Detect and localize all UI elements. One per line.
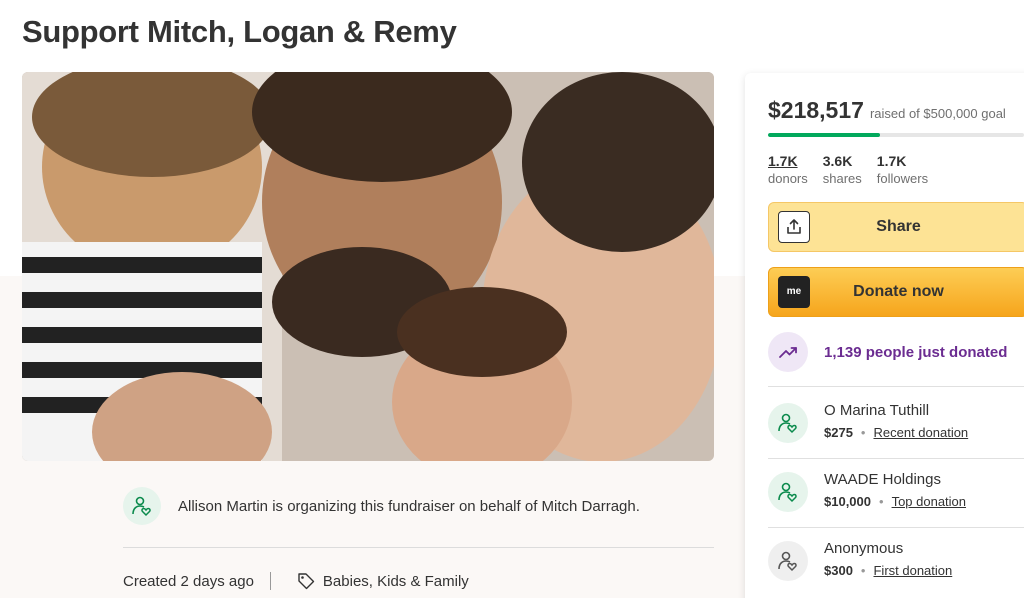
category-link[interactable]: Babies, Kids & Family: [323, 573, 469, 590]
donor-name: WAADE Holdings: [824, 471, 941, 488]
recent-donation-link[interactable]: Recent donation: [873, 425, 968, 440]
created-date: Created 2 days ago: [123, 572, 254, 590]
donate-button-label: Donate now: [853, 283, 944, 300]
meta-row: Created 2 days ago Babies, Kids & Family: [123, 572, 469, 590]
card-divider: [768, 386, 1024, 387]
section-divider: [123, 547, 714, 548]
organizer-row: Allison Martin is organizing this fundra…: [123, 486, 714, 526]
stat-value: 3.6K: [822, 153, 853, 169]
donate-now-button[interactable]: me Donate now: [768, 267, 1024, 317]
share-button[interactable]: Share: [768, 202, 1024, 252]
first-donation-link[interactable]: First donation: [873, 563, 952, 578]
organizer-text: Allison Martin is organizing this fundra…: [178, 497, 640, 515]
stat-donors[interactable]: 1.7K donors: [768, 153, 808, 186]
donation-amount: $275: [824, 425, 853, 440]
recent-donors-count: 1,139 people just donated: [824, 343, 1008, 361]
progress-bar: [768, 133, 1024, 137]
donation-amount: $10,000: [824, 494, 871, 509]
tag-icon: [297, 572, 315, 590]
heart-person-icon: [768, 403, 808, 443]
share-button-label: Share: [876, 218, 921, 235]
stat-shares: 3.6K shares: [823, 153, 862, 186]
donation-card: $218,517 raised of $500,000 goal 1.7K do…: [745, 73, 1024, 598]
donor-name: O Marina Tuthill: [824, 402, 930, 419]
stats-row: 1.7K donors 3.6K shares 1.7K followers: [768, 153, 928, 186]
raised-amount: $218,517: [768, 97, 864, 123]
top-donation-link[interactable]: Top donation: [892, 494, 966, 509]
donation-item: Anonymous $300 • First donation: [768, 540, 952, 581]
stat-label: shares: [822, 171, 862, 186]
fundraiser-photo[interactable]: [22, 72, 714, 461]
donation-item: O Marina Tuthill $275 • Recent donation: [768, 402, 968, 443]
raised-row: $218,517 raised of $500,000 goal: [768, 97, 1006, 124]
stat-label: donors: [768, 171, 808, 186]
recent-activity-row: 1,139 people just donated: [768, 332, 1007, 372]
donor-name: Anonymous: [824, 540, 904, 557]
stat-label: followers: [876, 171, 929, 186]
donation-item: WAADE Holdings $10,000 • Top donation: [768, 471, 966, 512]
progress-fill: [768, 133, 880, 137]
heart-person-icon: [123, 487, 161, 525]
heart-person-icon: [768, 472, 808, 512]
stat-followers: 1.7K followers: [877, 153, 928, 186]
trending-up-icon: [768, 332, 808, 372]
gofundme-logo-icon: me: [778, 276, 810, 308]
page-title: Support Mitch, Logan & Remy: [22, 14, 457, 49]
goal-text: raised of $500,000 goal: [869, 106, 1006, 121]
dot-separator: •: [879, 494, 884, 509]
card-divider: [768, 527, 1024, 528]
family-photo-illustration: [22, 72, 714, 461]
stat-value: 1.7K: [876, 153, 907, 169]
meta-separator: [269, 572, 271, 590]
upload-share-icon: [778, 211, 810, 243]
card-divider: [768, 458, 1024, 459]
dot-separator: •: [860, 425, 866, 440]
donation-amount: $300: [824, 563, 853, 578]
heart-person-icon: [768, 541, 808, 581]
stat-value: 1.7K: [768, 153, 798, 169]
dot-separator: •: [860, 563, 866, 578]
